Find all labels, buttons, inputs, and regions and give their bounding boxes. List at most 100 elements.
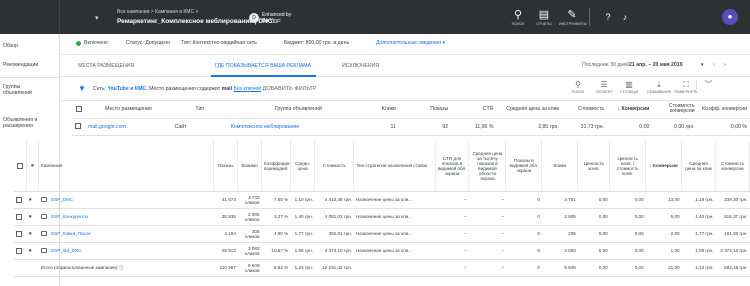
cell-val-cost: 0,00 [609, 191, 646, 209]
ad-group-link[interactable]: Комплексное меблирование [227, 118, 369, 136]
search-table-button[interactable]: ⚲ ПОИСК [566, 80, 590, 94]
totals-label: Итого (отфильтрованные кампании) ⓘ [38, 259, 214, 277]
avatar[interactable]: ● [722, 9, 738, 25]
col-viewable-ctr[interactable]: CTR для показов в видимой обл. экрана [435, 141, 470, 192]
columns-button[interactable]: ▥ СТОЛБЦЫ [617, 80, 641, 94]
col-conversions[interactable]: ↓ Конверсии [607, 101, 653, 119]
help-icon[interactable]: ? [603, 12, 613, 22]
col-type[interactable]: Тип [171, 101, 228, 119]
more-details-link[interactable]: Дополнительные сведения ▾ [376, 40, 445, 46]
campaign-budget[interactable]: Бюджет: 800,00 грн. в день [284, 40, 349, 46]
status-enabled-dropdown[interactable]: Включено [84, 40, 108, 46]
col-conversion-value[interactable]: Ценность конв. [577, 141, 611, 192]
search-icon: ⚲ [513, 9, 523, 21]
select-all-checkbox[interactable] [75, 106, 82, 113]
date-range-picker[interactable]: 21 апр. – 20 мая 2019 [629, 62, 682, 68]
more-options-button[interactable]: ﹀ [696, 80, 720, 90]
table-row: mail.google.com Сайт Комплексное меблиро… [72, 118, 750, 136]
col-clicks[interactable]: Клики [541, 141, 579, 192]
col-value-per-cost[interactable]: Ценность конв. / стоимость конв. [609, 141, 647, 192]
date-range-dropdown-icon[interactable]: ▾ [701, 62, 704, 68]
tab-placements[interactable]: МЕСТА РАЗМЕЩЕНИЯ [78, 63, 134, 69]
status-dot-icon[interactable]: ● [28, 197, 32, 203]
col-cost-per-conversion[interactable]: Стоимость конверсии [652, 101, 698, 119]
cell-inter: 205 кликов [237, 225, 262, 243]
cell-cost-conv: 339,30 грн. [715, 191, 750, 209]
col-interactions[interactable]: Взаимо [237, 141, 263, 192]
notifications-bell-icon[interactable]: ♪ [620, 12, 630, 22]
col-conversions[interactable]: ↓ Конверсии [645, 141, 683, 192]
status-dot-icon[interactable]: ● [28, 231, 32, 237]
row-checkbox[interactable] [75, 123, 81, 130]
reports-tool-button[interactable]: ▤ ОТЧЕТЫ [531, 9, 557, 26]
row-checkbox[interactable] [16, 196, 22, 203]
row-checkbox[interactable] [16, 247, 22, 254]
cell-avg: 1,40 грн. [290, 208, 315, 226]
col-viewable-impressions[interactable]: Показы в видимой обл. экрана [505, 141, 543, 192]
cell-rate: 7,65 % [261, 191, 291, 209]
col-avg-cpc[interactable]: Средняя цена за клик [496, 101, 562, 119]
campaign-link[interactable]: GSP_Конкуренты [51, 214, 88, 219]
tab-where-ads-showed[interactable]: ГДЕ ПОКАЗЫВАЕТСЯ ВАША РЕКЛАМА [215, 63, 311, 69]
cell-strategy [353, 259, 436, 277]
help-icon[interactable]: ⓘ [119, 265, 124, 270]
col-clicks[interactable]: Клики [368, 101, 399, 119]
cell-cost: 12 231,42 грн. [314, 259, 354, 277]
campaign-link[interactable]: GSP_DNC [51, 197, 73, 202]
cell-shows-vis: 0 [505, 259, 542, 277]
col-ctr[interactable]: CTR [451, 101, 497, 119]
download-button[interactable]: ⤓ СКАЧИВАНИЕ [647, 80, 671, 94]
sidebar-item-overview[interactable]: Обзор [0, 43, 60, 49]
col-cost[interactable]: Стоимость [561, 101, 608, 119]
col-avg-cost[interactable]: Средн. цена [290, 141, 316, 192]
date-next-icon[interactable]: › [724, 62, 726, 68]
cell-val: 0,00 [577, 242, 610, 260]
col-campaign[interactable]: Кампания [38, 141, 214, 192]
tools-button[interactable]: ✎ ИНСТРУМЕНТЫ [559, 9, 587, 26]
sidebar-item-ads-extensions[interactable]: Объявления и расширения [0, 117, 40, 129]
add-filter-button[interactable]: ДОБАВИТЬ ФИЛЬТР [263, 86, 317, 92]
row-checkbox[interactable] [16, 230, 22, 237]
cell-cpc: 1,40 грн. [681, 208, 716, 226]
status-dot-icon[interactable]: ● [28, 248, 32, 254]
col-viewable-cpm[interactable]: Средняя цена за тысячу показов в видимой… [468, 141, 507, 192]
campaign-switcher-chevron-icon[interactable]: ▾ [95, 14, 99, 22]
breadcrumb[interactable]: Все кампании > Кампания в КМС > [117, 9, 198, 15]
toolbar-divider [589, 8, 590, 26]
cell-val: 0,00 [577, 191, 610, 209]
col-cost[interactable]: Стоимость [314, 141, 355, 192]
campaign-link[interactable]: GSP_std_DNC [51, 248, 82, 253]
col-impressions[interactable]: Показы [398, 101, 452, 119]
segment-button[interactable]: ☰ СЕГМЕНТ [592, 80, 616, 94]
col-interaction-rate[interactable]: Коэффициент взаимодей. [261, 141, 291, 192]
filter-icon[interactable]: ▼ [78, 84, 86, 93]
campaign-link[interactable]: GSP_Кавка_Пасок [51, 231, 91, 236]
row-checkbox[interactable] [16, 213, 22, 220]
select-all-checkbox[interactable] [16, 162, 23, 169]
columns-icon: ▥ [625, 80, 633, 89]
sidebar-item-recommendations[interactable]: Рекомендации [0, 62, 60, 68]
col-placement[interactable]: Место размещения [85, 101, 172, 119]
col-conversion-rate[interactable]: Коэфф. конверсии [697, 101, 750, 119]
cell-avg: 1,23 грн. [290, 259, 315, 277]
download-icon: ⤓ [657, 80, 661, 89]
sidebar-item-ad-groups[interactable]: Группы объявлений [0, 84, 32, 96]
expand-button[interactable]: ⛶ РАЗВЕРНУТЬ [674, 80, 698, 94]
status-dot-icon[interactable]: ● [28, 214, 32, 220]
date-range-preset: Последние 30 дней [582, 62, 630, 68]
active-filter[interactable]: Сеть: YouTube и КМС. Место размещения со… [93, 86, 317, 92]
date-prev-icon[interactable]: ‹ [713, 62, 715, 68]
cell-clicks: 3 751 [541, 191, 578, 209]
col-cost-per-conversion[interactable]: Стоимость конверсии [715, 141, 750, 192]
cell-avg: 1,10 грн. [290, 191, 315, 209]
tab-exclusions[interactable]: ИСКЛЮЧЕНИЯ [342, 63, 379, 69]
cell-rate: 3,27 % [261, 208, 291, 226]
col-bid-strategy-type[interactable]: Тип стратегии назначения ставок [353, 141, 436, 192]
top-bar: ▾ Все кампании > Кампания в КМС > Ремарк… [0, 0, 750, 34]
filter-bar: ▼ Сеть: YouTube и КМС. Место размещения … [60, 77, 750, 101]
placement-link[interactable]: mail.google.com [85, 118, 172, 136]
col-avg-cpc[interactable]: Средняя цена за клик [681, 141, 716, 192]
search-tool-button[interactable]: ⚲ ПОИСК [505, 9, 531, 26]
col-ad-group[interactable]: Группа объявлений [227, 101, 369, 119]
col-impressions[interactable]: Показы [213, 141, 239, 192]
